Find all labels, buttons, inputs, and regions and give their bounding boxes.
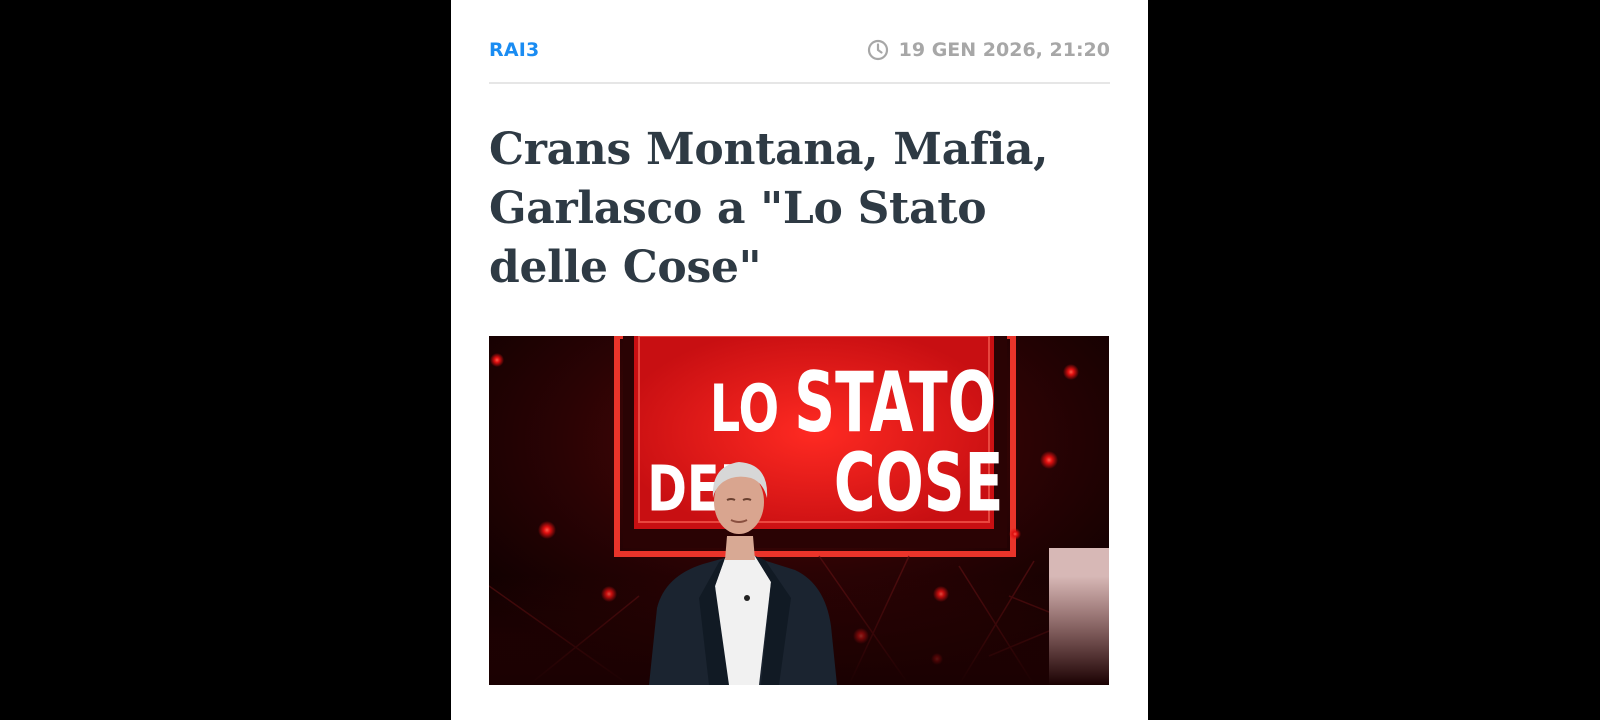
article-image[interactable]: LO STATO DEL COSE bbox=[489, 336, 1109, 685]
publish-date-text: 19 GEN 2026, 21:20 bbox=[898, 39, 1110, 61]
category-link[interactable]: RAI3 bbox=[489, 39, 539, 61]
publish-date: 19 GEN 2026, 21:20 bbox=[867, 39, 1110, 61]
divider bbox=[489, 82, 1110, 84]
clock-icon bbox=[867, 39, 889, 61]
article-title[interactable]: Crans Montana, Mafia, Garlasco a "Lo Sta… bbox=[489, 120, 1110, 297]
sign-text-lo: LO bbox=[710, 372, 779, 447]
article-meta: RAI3 19 GEN 2026, 21:20 bbox=[489, 30, 1110, 70]
article-page: RAI3 19 GEN 2026, 21:20 Crans Montana, M… bbox=[451, 0, 1148, 720]
sign-text-cose: COSE bbox=[834, 436, 1004, 530]
